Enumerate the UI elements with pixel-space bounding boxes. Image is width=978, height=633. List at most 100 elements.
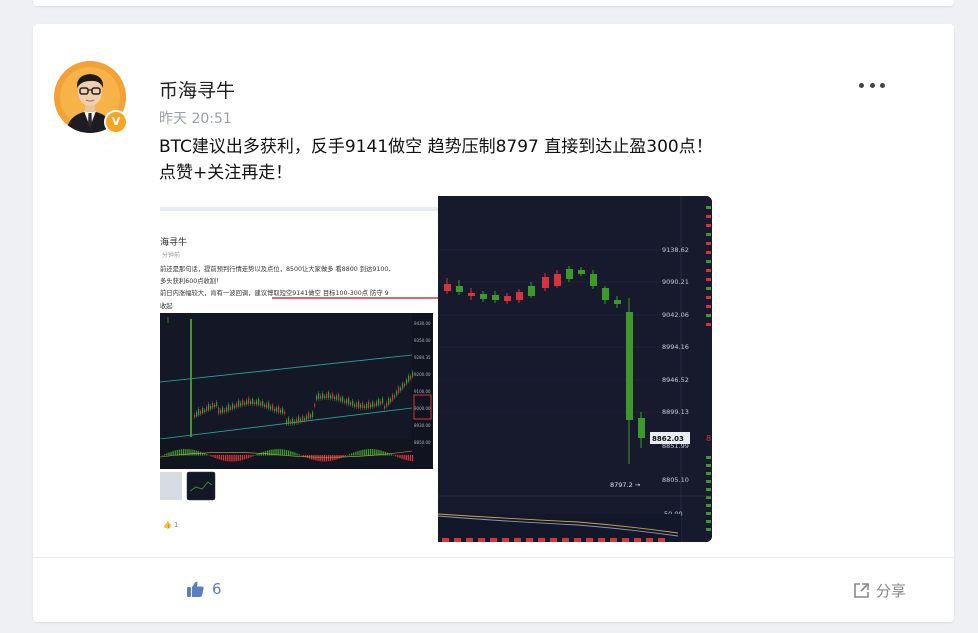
img1-candle [254,402,256,405]
img1-candle [412,371,414,377]
img1-macd-bar [246,455,248,459]
img1-author: 海寻牛 [160,236,187,248]
img2-volume-bar [622,538,629,542]
img1-macd-bar [294,452,296,456]
img1-candle [376,401,378,406]
img1-candle [366,403,368,408]
img1-macd-bar [260,452,262,456]
img2-candle [456,286,463,292]
img1-macd-bar [330,455,332,461]
img1-candle [250,401,252,405]
img1-macd-bar [365,449,367,456]
img1-macd-bar [191,449,193,456]
img1-candle [382,398,384,404]
img1-candle [230,406,232,410]
img2-edge-mark [706,456,711,459]
img1-candle [350,402,352,406]
img2-current-price: 8862.03 [652,435,684,443]
more-dot-icon [880,82,885,88]
img1-macd-bar [306,455,309,459]
author-name[interactable]: 币海寻牛 [159,76,235,103]
img1-candle [282,408,284,414]
img1-macd-bar [264,451,267,456]
img1-candle [284,411,286,414]
img1-candle [404,384,406,386]
img1-candle [346,399,348,404]
img1-candle [272,405,274,411]
img1-macd-bar [210,455,212,457]
img1-candle [396,391,398,396]
img2-candle [542,277,549,288]
img2-volume-bar [550,538,557,542]
img2-edge-mark [706,269,711,272]
img1-macd-bar [204,453,206,456]
img1-macd-bar [174,450,176,456]
img1-macd-bar [233,455,235,462]
img1-candle [266,403,268,408]
img1-price-tick: 9430.00 [414,321,431,326]
img2-volume-bar [538,538,545,542]
img1-macd-bar [208,455,210,456]
img1-candle [358,401,360,408]
img1-candle [220,410,222,414]
img2-volume-bar [442,538,449,542]
img1-candle [302,416,304,422]
img1-macd-bar [288,450,290,456]
img1-candle [304,418,306,421]
img1-macd-bar [166,453,168,456]
img2-edge-mark [706,296,711,299]
more-options-button[interactable] [859,78,885,92]
post-image-2[interactable]: 9138.62 9090.21 9042.06 8994.16 8946.52 8899.… [438,196,712,542]
img1-macd-bar [285,449,288,456]
more-dot-icon [859,82,864,88]
img1-macd-bar [411,455,414,462]
img1-macd-bar [361,449,363,456]
img1-candle [294,421,296,424]
img1-line-1: 前还是那句话，提前预判行情走势以及点位，8500让大家做多 看8800 到达91… [160,264,390,273]
img1-candle [290,420,292,424]
img2-edge-mark [706,287,711,290]
post-image-1[interactable]: 海寻牛 分钟前 前还是那句话，提前预判行情走势以及点位，8500让大家做多 看8… [160,199,440,542]
img1-likes: 1 [174,521,178,529]
img2-price-tick: 8805.10 [662,476,689,484]
img1-macd-bar [300,455,302,456]
img1-macd-bar [348,454,351,456]
img1-candle [320,395,322,399]
img1-macd-bar [355,451,357,456]
img1-price-tick: 9350.00 [414,338,431,343]
img1-macd-bar [399,455,401,459]
img1-collapse: 收起 [160,301,173,310]
img1-candle [228,404,230,411]
like-button[interactable]: 6 [187,580,222,598]
img1-macd-bar [382,451,384,456]
img1-macd-bar [214,455,216,459]
img1-candle [354,404,356,407]
img1-macd-bar [327,455,330,462]
img1-candle [240,402,242,406]
img1-candle [326,394,328,399]
img2-edge-mark [706,480,711,483]
img2-price-tick: 8994.16 [662,343,689,351]
share-button[interactable]: 分享 [853,580,906,601]
img1-candle [226,407,228,412]
img1-candle [210,406,212,409]
img1-macd-bar [340,455,342,458]
img1-macd-bar [401,455,403,459]
img1-macd-bar [162,455,164,456]
img1-candle [222,407,224,413]
img2-candle [504,296,511,301]
img1-candle [330,395,332,399]
img1-candle [198,409,200,415]
img1-macd-bar [372,449,374,456]
img1-macd-bar [334,455,336,461]
img2-edge-mark [706,278,711,281]
img2-candle [638,418,645,438]
img1-macd-bar [222,455,225,461]
img2-edge-mark [706,323,711,326]
img2-price-tick: 9138.62 [662,246,689,254]
img2-edge-mark [706,512,711,515]
img1-macd-bar [225,455,227,461]
img1-macd-bar [369,449,372,456]
previous-post-card [33,0,954,6]
img1-macd-bar [390,454,393,456]
